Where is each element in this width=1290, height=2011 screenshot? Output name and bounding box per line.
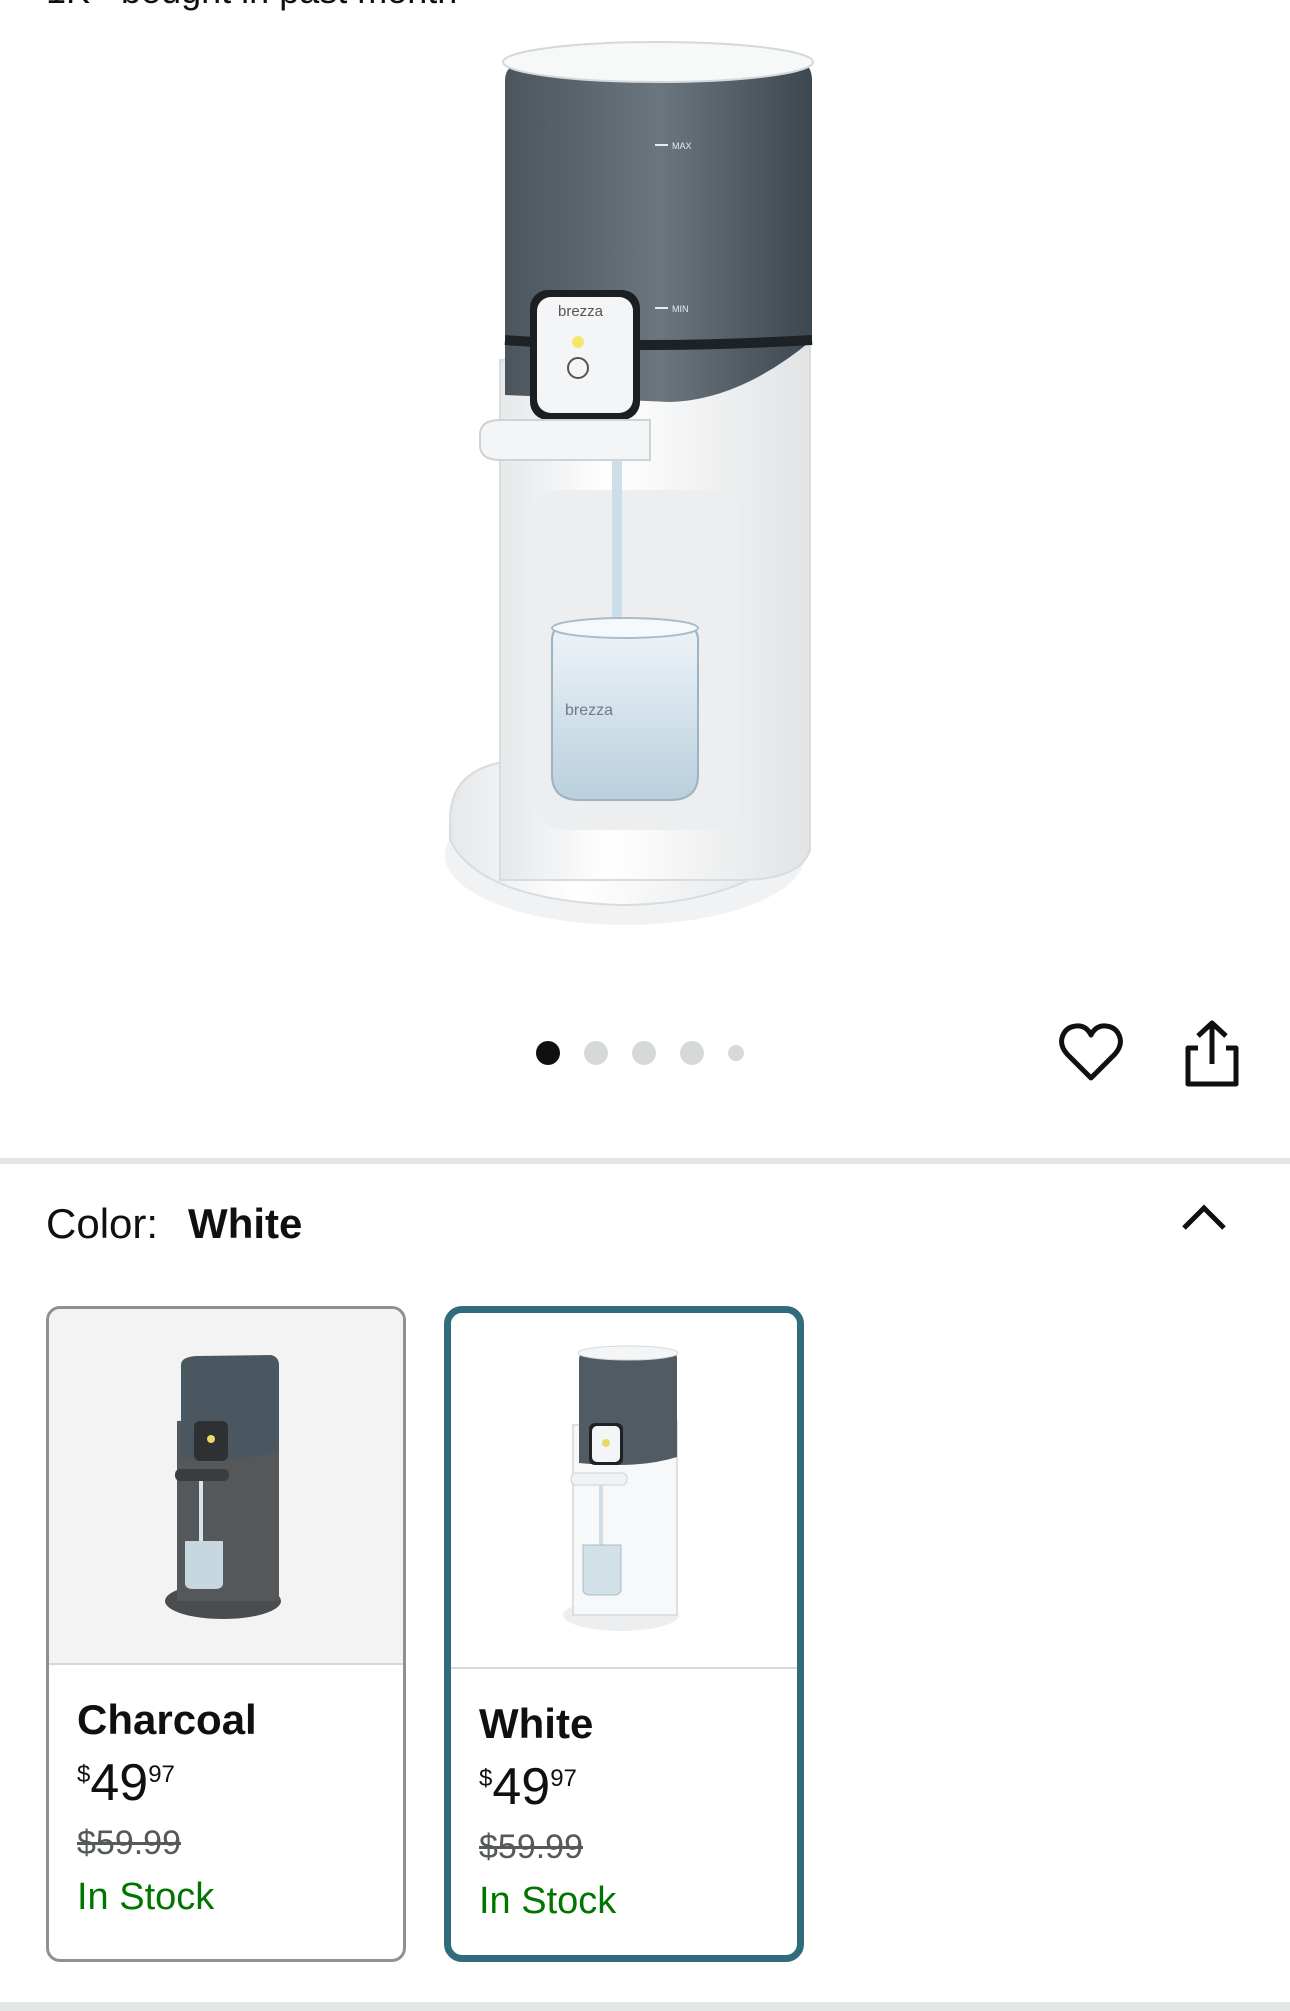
- panel-logo: brezza: [558, 303, 604, 320]
- share-button[interactable]: [1180, 1018, 1244, 1090]
- color-selector-header: Color: White: [46, 1200, 302, 1248]
- swatch-image-charcoal: [49, 1309, 403, 1665]
- swatch-image-white: [451, 1313, 797, 1669]
- carousel-dot-5[interactable]: [728, 1045, 744, 1061]
- white-dispenser-thumbnail: [563, 1345, 679, 1631]
- list-price: $59.99: [479, 1828, 583, 1866]
- image-carousel-indicator[interactable]: [536, 1041, 768, 1065]
- section-divider: [0, 1158, 1290, 1164]
- carousel-dot-2[interactable]: [584, 1041, 608, 1065]
- bottom-divider: [0, 2002, 1290, 2011]
- baby-brezza-dispenser-illustration: MAX MIN brezza brezza: [445, 41, 814, 925]
- collapse-color-button[interactable]: [1178, 1196, 1230, 1236]
- swatch-white[interactable]: White $ 49 97 $59.99 In Stock: [444, 1306, 804, 1962]
- charcoal-dispenser-thumbnail: [165, 1355, 281, 1619]
- carousel-dot-1[interactable]: [536, 1041, 560, 1065]
- swatch-name: White: [479, 1700, 594, 1747]
- carousel-dot-3[interactable]: [632, 1041, 656, 1065]
- product-main-image[interactable]: MAX MIN brezza brezza: [440, 40, 850, 940]
- swatch-charcoal[interactable]: Charcoal $ 49 97 $59.99 In Stock: [46, 1306, 406, 1962]
- list-price: $59.99: [77, 1824, 181, 1862]
- carousel-dot-4[interactable]: [680, 1041, 704, 1065]
- swatch-name: Charcoal: [77, 1696, 257, 1743]
- chevron-up-icon: [1182, 1204, 1226, 1230]
- selected-color: White: [188, 1200, 303, 1247]
- swatch-price: $ 49 97: [77, 1757, 403, 1809]
- price-symbol: $: [77, 1761, 91, 1788]
- jar-logo: brezza: [565, 702, 613, 719]
- swatch-price: $ 49 97: [479, 1761, 797, 1813]
- add-to-list-button[interactable]: [1058, 1020, 1124, 1086]
- share-icon: [1185, 1020, 1239, 1087]
- availability: In Stock: [77, 1876, 215, 1918]
- price-whole: 49: [492, 1758, 551, 1816]
- price-symbol: $: [479, 1765, 493, 1792]
- availability: In Stock: [479, 1880, 617, 1922]
- price-fraction: 97: [550, 1765, 577, 1792]
- bought-in-past-month: 1K+ bought in past month: [46, 0, 457, 12]
- price-whole: 49: [90, 1754, 149, 1812]
- heart-icon: [1059, 1023, 1123, 1081]
- color-label: Color:: [46, 1200, 159, 1247]
- max-mark: MAX: [672, 141, 692, 151]
- price-fraction: 97: [148, 1761, 175, 1788]
- min-mark: MIN: [672, 304, 689, 314]
